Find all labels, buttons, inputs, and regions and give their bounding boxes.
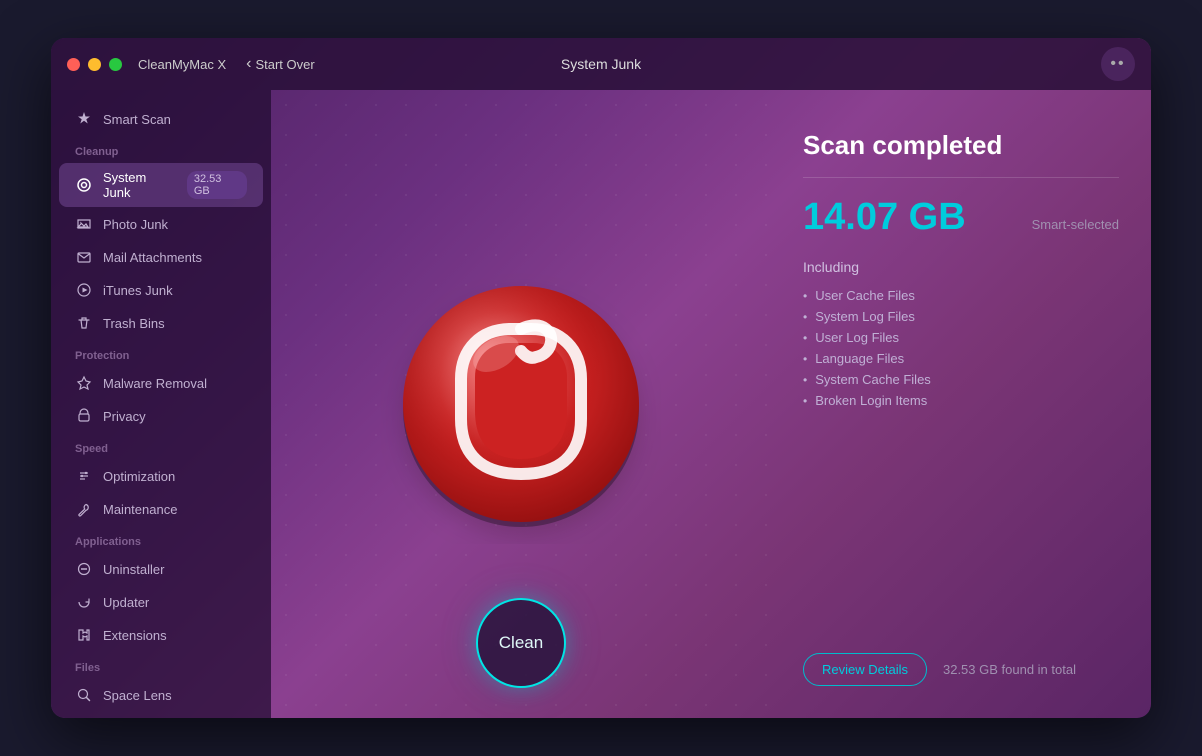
scan-completed-title: Scan completed bbox=[803, 130, 1119, 161]
dots-icon: •• bbox=[1110, 55, 1125, 73]
logo-area: Clean bbox=[271, 90, 771, 718]
sidebar-item-optimization[interactable]: Optimization bbox=[59, 460, 263, 492]
bottom-row: Review Details 32.53 GB found in total bbox=[803, 653, 1119, 686]
list-item: System Log Files bbox=[803, 306, 1119, 327]
titlebar: CleanMyMac X ‹ Start Over System Junk •• bbox=[51, 38, 1151, 90]
clean-button[interactable]: Clean bbox=[476, 598, 566, 688]
app-window: CleanMyMac X ‹ Start Over System Junk ••… bbox=[51, 38, 1151, 718]
photo-junk-icon bbox=[75, 215, 93, 233]
app-logo bbox=[381, 264, 661, 544]
sidebar-item-trash-bins[interactable]: Trash Bins bbox=[59, 307, 263, 339]
list-item: Language Files bbox=[803, 348, 1119, 369]
mail-attachments-label: Mail Attachments bbox=[103, 250, 202, 265]
maintenance-icon bbox=[75, 500, 93, 518]
system-junk-badge: 32.53 GB bbox=[187, 171, 247, 199]
section-cleanup: Cleanup bbox=[51, 136, 271, 162]
file-list: User Cache Files System Log Files User L… bbox=[803, 285, 1119, 411]
fullscreen-button[interactable] bbox=[109, 58, 122, 71]
clean-button-wrapper: Clean bbox=[476, 598, 566, 688]
trash-icon bbox=[75, 314, 93, 332]
including-label: Including bbox=[803, 259, 1119, 275]
sidebar-item-maintenance[interactable]: Maintenance bbox=[59, 493, 263, 525]
updater-icon bbox=[75, 593, 93, 611]
extensions-label: Extensions bbox=[103, 628, 167, 643]
list-item: Broken Login Items bbox=[803, 390, 1119, 411]
uninstaller-icon bbox=[75, 560, 93, 578]
maintenance-label: Maintenance bbox=[103, 502, 177, 517]
system-junk-label: System Junk bbox=[103, 170, 177, 200]
sidebar: Smart Scan Cleanup System Junk 32.53 GB bbox=[51, 90, 271, 718]
window-title: System Junk bbox=[561, 56, 641, 72]
sidebar-item-large-old-files[interactable]: Large & Old Files bbox=[59, 712, 263, 718]
right-panel: Scan completed 14.07 GB Smart-selected I… bbox=[771, 90, 1151, 718]
smart-selected-label: Smart-selected bbox=[1032, 217, 1119, 232]
main-layout: Smart Scan Cleanup System Junk 32.53 GB bbox=[51, 90, 1151, 718]
sidebar-item-smart-scan[interactable]: Smart Scan bbox=[59, 103, 263, 135]
space-lens-icon bbox=[75, 686, 93, 704]
clean-button-label: Clean bbox=[499, 633, 543, 653]
itunes-junk-label: iTunes Junk bbox=[103, 283, 173, 298]
content-area: Clean Scan completed 14.07 GB Smart-sele… bbox=[271, 90, 1151, 718]
photo-junk-label: Photo Junk bbox=[103, 217, 168, 232]
sidebar-item-extensions[interactable]: Extensions bbox=[59, 619, 263, 651]
size-value: 14.07 GB bbox=[803, 196, 966, 239]
start-over-button[interactable]: ‹ Start Over bbox=[246, 55, 315, 73]
malware-icon bbox=[75, 374, 93, 392]
list-item: User Cache Files bbox=[803, 285, 1119, 306]
app-name: CleanMyMac X bbox=[138, 57, 226, 72]
sidebar-item-mail-attachments[interactable]: Mail Attachments bbox=[59, 241, 263, 273]
smart-scan-label: Smart Scan bbox=[103, 112, 171, 127]
chevron-left-icon: ‹ bbox=[246, 55, 251, 73]
close-button[interactable] bbox=[67, 58, 80, 71]
privacy-icon bbox=[75, 407, 93, 425]
optimization-label: Optimization bbox=[103, 469, 175, 484]
mail-icon bbox=[75, 248, 93, 266]
system-junk-icon bbox=[75, 176, 93, 194]
space-lens-label: Space Lens bbox=[103, 688, 172, 703]
smart-scan-icon bbox=[75, 110, 93, 128]
optimization-icon bbox=[75, 467, 93, 485]
uninstaller-label: Uninstaller bbox=[103, 562, 164, 577]
section-protection: Protection bbox=[51, 340, 271, 366]
sidebar-item-system-junk[interactable]: System Junk 32.53 GB bbox=[59, 163, 263, 207]
updater-label: Updater bbox=[103, 595, 149, 610]
sidebar-item-privacy[interactable]: Privacy bbox=[59, 400, 263, 432]
list-item: User Log Files bbox=[803, 327, 1119, 348]
divider bbox=[803, 177, 1119, 178]
section-files: Files bbox=[51, 652, 271, 678]
sidebar-item-malware-removal[interactable]: Malware Removal bbox=[59, 367, 263, 399]
extensions-icon bbox=[75, 626, 93, 644]
section-applications: Applications bbox=[51, 526, 271, 552]
review-details-button[interactable]: Review Details bbox=[803, 653, 927, 686]
minimize-button[interactable] bbox=[88, 58, 101, 71]
sidebar-item-photo-junk[interactable]: Photo Junk bbox=[59, 208, 263, 240]
size-row: 14.07 GB Smart-selected bbox=[803, 196, 1119, 239]
sidebar-item-space-lens[interactable]: Space Lens bbox=[59, 679, 263, 711]
privacy-label: Privacy bbox=[103, 409, 146, 424]
section-speed: Speed bbox=[51, 433, 271, 459]
malware-removal-label: Malware Removal bbox=[103, 376, 207, 391]
itunes-icon bbox=[75, 281, 93, 299]
sidebar-item-itunes-junk[interactable]: iTunes Junk bbox=[59, 274, 263, 306]
sidebar-item-updater[interactable]: Updater bbox=[59, 586, 263, 618]
traffic-lights bbox=[67, 58, 122, 71]
list-item: System Cache Files bbox=[803, 369, 1119, 390]
sidebar-item-uninstaller[interactable]: Uninstaller bbox=[59, 553, 263, 585]
settings-button[interactable]: •• bbox=[1101, 47, 1135, 81]
trash-bins-label: Trash Bins bbox=[103, 316, 165, 331]
found-total-text: 32.53 GB found in total bbox=[943, 662, 1076, 677]
